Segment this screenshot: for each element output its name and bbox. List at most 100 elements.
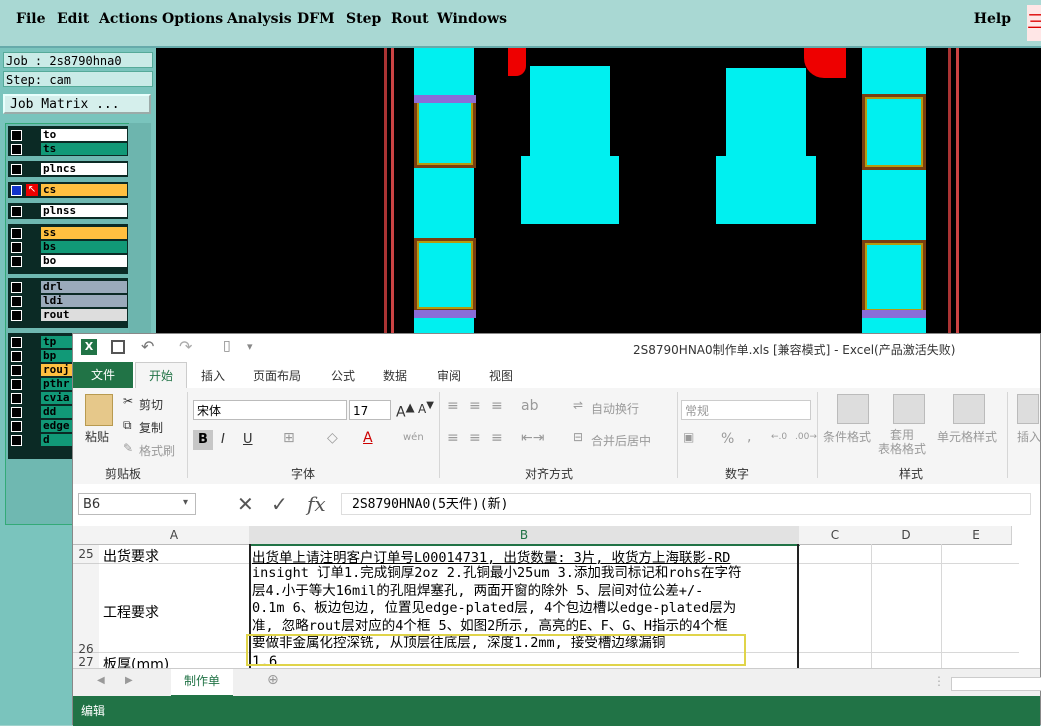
cell-a25[interactable]: 出货要求 xyxy=(103,546,159,566)
layer-name[interactable]: bs xyxy=(41,241,127,253)
border-icon[interactable]: ⊞ xyxy=(283,430,295,446)
layer-row[interactable]: ↖ cs xyxy=(8,183,128,197)
font-size-select[interactable]: 17 xyxy=(349,400,391,420)
layer-checkbox[interactable] xyxy=(11,164,22,175)
layer-checkbox[interactable] xyxy=(11,228,22,239)
tab-data[interactable]: 数据 xyxy=(383,367,407,384)
cell-style-icon[interactable] xyxy=(953,394,985,424)
layer-row[interactable]: plnss xyxy=(8,204,128,218)
conditional-format-button[interactable]: 条件格式 xyxy=(823,428,871,445)
layer-checkbox[interactable] xyxy=(11,206,22,217)
table-format-button[interactable]: 套用 表格格式 xyxy=(878,428,926,456)
copy-icon[interactable]: ⧉ xyxy=(123,418,132,433)
cell-a26[interactable]: 工程要求 xyxy=(103,602,159,622)
bold-button[interactable]: B xyxy=(193,430,213,450)
cancel-formula-icon[interactable]: ✕ xyxy=(237,492,254,516)
redo-icon[interactable]: ↷ xyxy=(179,337,192,356)
layer-row[interactable]: drl xyxy=(8,280,128,294)
undo-icon[interactable]: ↶ xyxy=(141,337,154,356)
menu-file[interactable]: File xyxy=(16,11,45,27)
menu-analysis[interactable]: Analysis xyxy=(227,11,292,27)
insert-cells-button[interactable]: 插入 xyxy=(1017,428,1041,445)
cell-b25[interactable]: 出货单上请注明客户订单号L00014731, 出货数量: 3片, 收货方上海联影… xyxy=(252,546,730,566)
insert-cells-icon[interactable] xyxy=(1017,394,1039,424)
layer-row[interactable]: ldi xyxy=(8,294,128,308)
layer-name[interactable]: rout xyxy=(41,309,127,321)
cut-icon[interactable]: ✂ xyxy=(123,394,133,408)
underline-button[interactable]: U xyxy=(243,432,253,447)
menu-actions[interactable]: Actions xyxy=(99,11,158,27)
align-bottom-icon[interactable]: ≡ xyxy=(491,398,503,414)
menu-options[interactable]: Options xyxy=(162,11,223,27)
font-name-select[interactable]: 宋体 xyxy=(193,400,347,420)
layer-row[interactable]: ss xyxy=(8,226,128,240)
layer-row[interactable]: to xyxy=(8,128,128,142)
tab-page-layout[interactable]: 页面布局 xyxy=(253,367,301,384)
merge-icon[interactable]: ⊟ xyxy=(573,430,583,444)
name-box-dropdown-icon[interactable]: ▾ xyxy=(183,497,188,508)
new-file-icon[interactable]: ▯ xyxy=(223,338,231,354)
name-box[interactable]: B6 xyxy=(78,493,196,515)
layer-checkbox[interactable] xyxy=(11,242,22,253)
conditional-format-icon[interactable] xyxy=(837,394,869,424)
comma-button[interactable]: , xyxy=(747,429,751,445)
layer-row[interactable]: plncs xyxy=(8,162,128,176)
decrease-decimal-icon[interactable]: .00→ xyxy=(795,432,817,442)
layer-checkbox[interactable] xyxy=(11,144,22,155)
layer-checkbox[interactable] xyxy=(11,435,22,446)
layer-name[interactable]: drl xyxy=(41,281,127,293)
align-left-icon[interactable]: ≡ xyxy=(447,430,459,446)
next-sheet-icon[interactable]: ▶ xyxy=(125,675,133,686)
layer-row[interactable]: ts xyxy=(8,142,128,156)
cell-a27[interactable]: 板厚(mm) xyxy=(103,654,169,668)
layer-name[interactable]: plnss xyxy=(41,205,127,217)
layer-name[interactable]: ts xyxy=(41,143,127,155)
layer-name[interactable]: ldi xyxy=(41,295,127,307)
menu-edit[interactable]: Edit xyxy=(57,11,89,27)
row-header-27[interactable]: 27 xyxy=(73,653,99,668)
shrink-font-icon[interactable]: A▼ xyxy=(418,400,434,416)
wrap-text-icon[interactable]: ⇌ xyxy=(573,398,583,412)
confirm-formula-icon[interactable]: ✓ xyxy=(271,492,288,516)
format-painter-button[interactable]: 格式刷 xyxy=(139,442,175,459)
cut-button[interactable]: 剪切 xyxy=(139,396,163,413)
copy-button[interactable]: 复制 xyxy=(139,419,163,436)
fill-color-icon[interactable]: ◇ xyxy=(327,430,338,446)
select-all-corner[interactable] xyxy=(73,526,100,545)
column-header-e[interactable]: E xyxy=(941,526,1012,545)
wrap-text-button[interactable]: 自动换行 xyxy=(591,400,639,417)
layer-checkbox[interactable] xyxy=(11,282,22,293)
menu-windows[interactable]: Windows xyxy=(437,11,507,27)
save-icon[interactable] xyxy=(111,340,125,354)
tab-file[interactable]: 文件 xyxy=(73,362,133,388)
cam-graphics-canvas[interactable] xyxy=(156,48,1041,333)
horizontal-scrollbar[interactable] xyxy=(951,677,1041,691)
table-format-icon[interactable] xyxy=(893,394,925,424)
layer-checkbox[interactable] xyxy=(11,296,22,307)
row-header-26[interactable]: 26 xyxy=(73,564,99,656)
layer-checkbox[interactable] xyxy=(11,379,22,390)
layer-row[interactable]: bs xyxy=(8,240,128,254)
tab-insert[interactable]: 插入 xyxy=(201,367,225,384)
percent-button[interactable]: % xyxy=(721,431,734,447)
column-header-b[interactable]: B xyxy=(249,526,800,546)
layer-name[interactable]: to xyxy=(41,129,127,141)
tab-home[interactable]: 开始 xyxy=(135,362,187,389)
orientation-icon[interactable]: ab xyxy=(521,398,538,414)
merge-center-button[interactable]: 合并后居中 xyxy=(591,432,651,449)
italic-button[interactable]: I xyxy=(221,432,225,447)
layer-name[interactable]: bo xyxy=(41,255,127,267)
grow-font-icon[interactable]: A▲ xyxy=(396,400,415,421)
align-center-icon[interactable]: ≡ xyxy=(469,430,481,446)
layer-checkbox[interactable] xyxy=(11,365,22,376)
increase-decimal-icon[interactable]: ←.0 xyxy=(771,432,787,442)
layer-checkbox[interactable] xyxy=(11,407,22,418)
layer-checkbox[interactable] xyxy=(11,337,22,348)
cell-style-button[interactable]: 单元格样式 xyxy=(937,428,997,445)
layer-name[interactable]: cs xyxy=(41,184,127,196)
worksheet-grid[interactable]: A B C D E 25 26 27 出货要求 出货单上请注明客户订单号L000… xyxy=(73,526,1040,668)
accounting-icon[interactable]: ▣ xyxy=(683,430,694,444)
column-header-c[interactable]: C xyxy=(799,526,872,545)
qat-customize-icon[interactable]: ▾ xyxy=(247,340,253,353)
tab-view[interactable]: 视图 xyxy=(489,367,513,384)
